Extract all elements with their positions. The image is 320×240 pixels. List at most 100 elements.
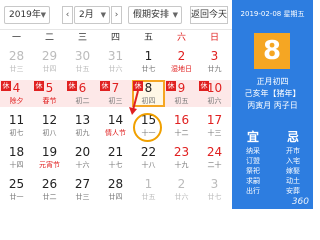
day-cell[interactable]: 17 十三 xyxy=(198,112,231,139)
day-number: 25 xyxy=(8,177,25,191)
day-cell[interactable]: 28 廿四 xyxy=(99,176,132,203)
day-cell[interactable]: 2 廿六 xyxy=(165,176,198,203)
day-cell[interactable]: 1 廿七 xyxy=(132,48,165,75)
day-cell[interactable]: 18 十四 xyxy=(0,144,33,171)
day-cell[interactable]: 休 6 初二 xyxy=(66,80,99,107)
day-cell[interactable]: 3 廿七 xyxy=(198,176,231,203)
ji-item: 入宅 xyxy=(286,157,300,165)
ji-item: 安葬 xyxy=(286,187,300,195)
day-cell[interactable]: 12 初八 xyxy=(33,112,66,139)
holiday-tag: 休 xyxy=(34,81,44,91)
weekday-header: 日 xyxy=(209,33,219,43)
back-to-today-button[interactable]: 返回今天 xyxy=(190,6,228,24)
day-cell[interactable]: 休 9 初五 xyxy=(165,80,198,107)
prev-month-button[interactable]: ‹ xyxy=(62,6,73,24)
day-number: 30 xyxy=(74,49,91,63)
day-cell[interactable]: 3 廿九 xyxy=(198,48,231,75)
weekday-header: 五 xyxy=(143,33,153,43)
weekday-header: 六 xyxy=(176,33,186,43)
lunar-label: 廿四 xyxy=(108,193,123,201)
day-cell[interactable]: 休 10 初六 xyxy=(198,80,231,107)
year-value: 2019年 xyxy=(9,10,41,20)
holiday-select[interactable]: 假期安排 ▼ xyxy=(128,6,182,24)
day-cell[interactable]: 28 廿三 xyxy=(0,48,33,75)
lunar-label: 情人节 xyxy=(105,129,126,137)
chevron-down-icon: ▼ xyxy=(172,11,178,19)
month-value: 2月 xyxy=(79,10,94,20)
day-number: 24 xyxy=(206,145,223,159)
calendar-grid: 一二三四五六日 28 廿三 29 廿四 30 廿五 31 廿六 1 廿七 2 湿地日 3 廿九休 4 除夕休 5… xyxy=(0,30,232,209)
lunar-label: 十六 xyxy=(75,161,90,169)
day-cell[interactable]: 21 十七 xyxy=(99,144,132,171)
lunar-label: 廿一 xyxy=(9,193,24,201)
highlight-circle xyxy=(133,113,162,142)
lunar-label: 廿三 xyxy=(9,65,24,73)
day-cell[interactable]: 30 廿五 xyxy=(66,48,99,75)
holiday-value: 假期安排 xyxy=(133,10,170,20)
holiday-tag: 休 xyxy=(166,81,176,91)
day-number: 16 xyxy=(173,113,190,127)
day-number: 22 xyxy=(140,145,157,159)
day-cell[interactable]: 26 廿二 xyxy=(33,176,66,203)
day-number: 27 xyxy=(74,177,91,191)
day-number: 31 xyxy=(107,49,124,63)
day-number: 29 xyxy=(41,49,58,63)
month-select[interactable]: 2月 ▼ xyxy=(74,6,110,24)
day-number: 13 xyxy=(74,113,91,127)
day-cell[interactable]: 25 廿一 xyxy=(0,176,33,203)
lunar-label: 初六 xyxy=(207,97,222,105)
yi-item: 出行 xyxy=(246,187,260,195)
holiday-tag: 休 xyxy=(1,81,11,91)
day-cell[interactable]: 14 情人节 xyxy=(99,112,132,139)
lunar-label: 十四 xyxy=(9,161,24,169)
lunar-date: 正月初四 xyxy=(256,77,289,86)
day-number: 20 xyxy=(74,145,91,159)
holiday-tag: 休 xyxy=(199,81,209,91)
lunar-label: 廿六 xyxy=(108,65,123,73)
day-number: 18 xyxy=(8,145,25,159)
next-month-button[interactable]: › xyxy=(111,6,122,24)
day-number: 3 xyxy=(210,177,219,191)
day-cell[interactable]: 休 5 春节 xyxy=(33,80,66,107)
day-cell[interactable]: 23 十九 xyxy=(165,144,198,171)
day-cell[interactable]: 31 廿六 xyxy=(99,48,132,75)
day-number: 17 xyxy=(206,113,223,127)
day-cell[interactable]: 2 湿地日 xyxy=(165,48,198,75)
year-select[interactable]: 2019年 ▼ xyxy=(4,6,50,24)
holiday-tag: 休 xyxy=(67,81,77,91)
day-cell[interactable]: 13 初九 xyxy=(66,112,99,139)
lunar-label: 元宵节 xyxy=(39,161,60,169)
lunar-label: 初九 xyxy=(75,129,90,137)
ganzhi-year: 己亥年【猪年】 xyxy=(244,89,301,98)
day-number: 19 xyxy=(41,145,58,159)
ji-item: 开市 xyxy=(286,147,300,155)
day-number: 26 xyxy=(41,177,58,191)
lunar-label: 湿地日 xyxy=(171,65,192,73)
day-number: 12 xyxy=(41,113,58,127)
day-number: 1 xyxy=(144,177,153,191)
day-number: 2 xyxy=(177,49,186,63)
lunar-label: 廿七 xyxy=(207,193,222,201)
day-cell[interactable]: 29 廿四 xyxy=(33,48,66,75)
day-cell[interactable]: 11 初七 xyxy=(0,112,33,139)
day-cell[interactable]: 休 4 除夕 xyxy=(0,80,33,107)
day-number: 2 xyxy=(177,177,186,191)
day-cell[interactable]: 27 廿三 xyxy=(66,176,99,203)
day-cell[interactable]: 20 十六 xyxy=(66,144,99,171)
yi-heading: 宜 xyxy=(246,130,259,144)
holiday-tag: 休 xyxy=(100,81,110,91)
chevron-down-icon: ▼ xyxy=(100,11,106,19)
day-cell[interactable]: 22 十八 xyxy=(132,144,165,171)
lunar-label: 初五 xyxy=(174,97,189,105)
day-cell[interactable]: 19 元宵节 xyxy=(33,144,66,171)
ji-item: 嫁娶 xyxy=(286,167,300,175)
day-cell[interactable]: 24 二十 xyxy=(198,144,231,171)
day-number: 1 xyxy=(144,49,153,63)
lunar-label: 廿六 xyxy=(174,193,189,201)
lunar-label: 廿四 xyxy=(42,65,57,73)
pointer-arrow-icon xyxy=(129,90,139,115)
day-cell[interactable]: 1 廿五 xyxy=(132,176,165,203)
day-cell[interactable]: 16 十二 xyxy=(165,112,198,139)
lunar-label: 初二 xyxy=(75,97,90,105)
yi-item: 订盟 xyxy=(246,157,260,165)
